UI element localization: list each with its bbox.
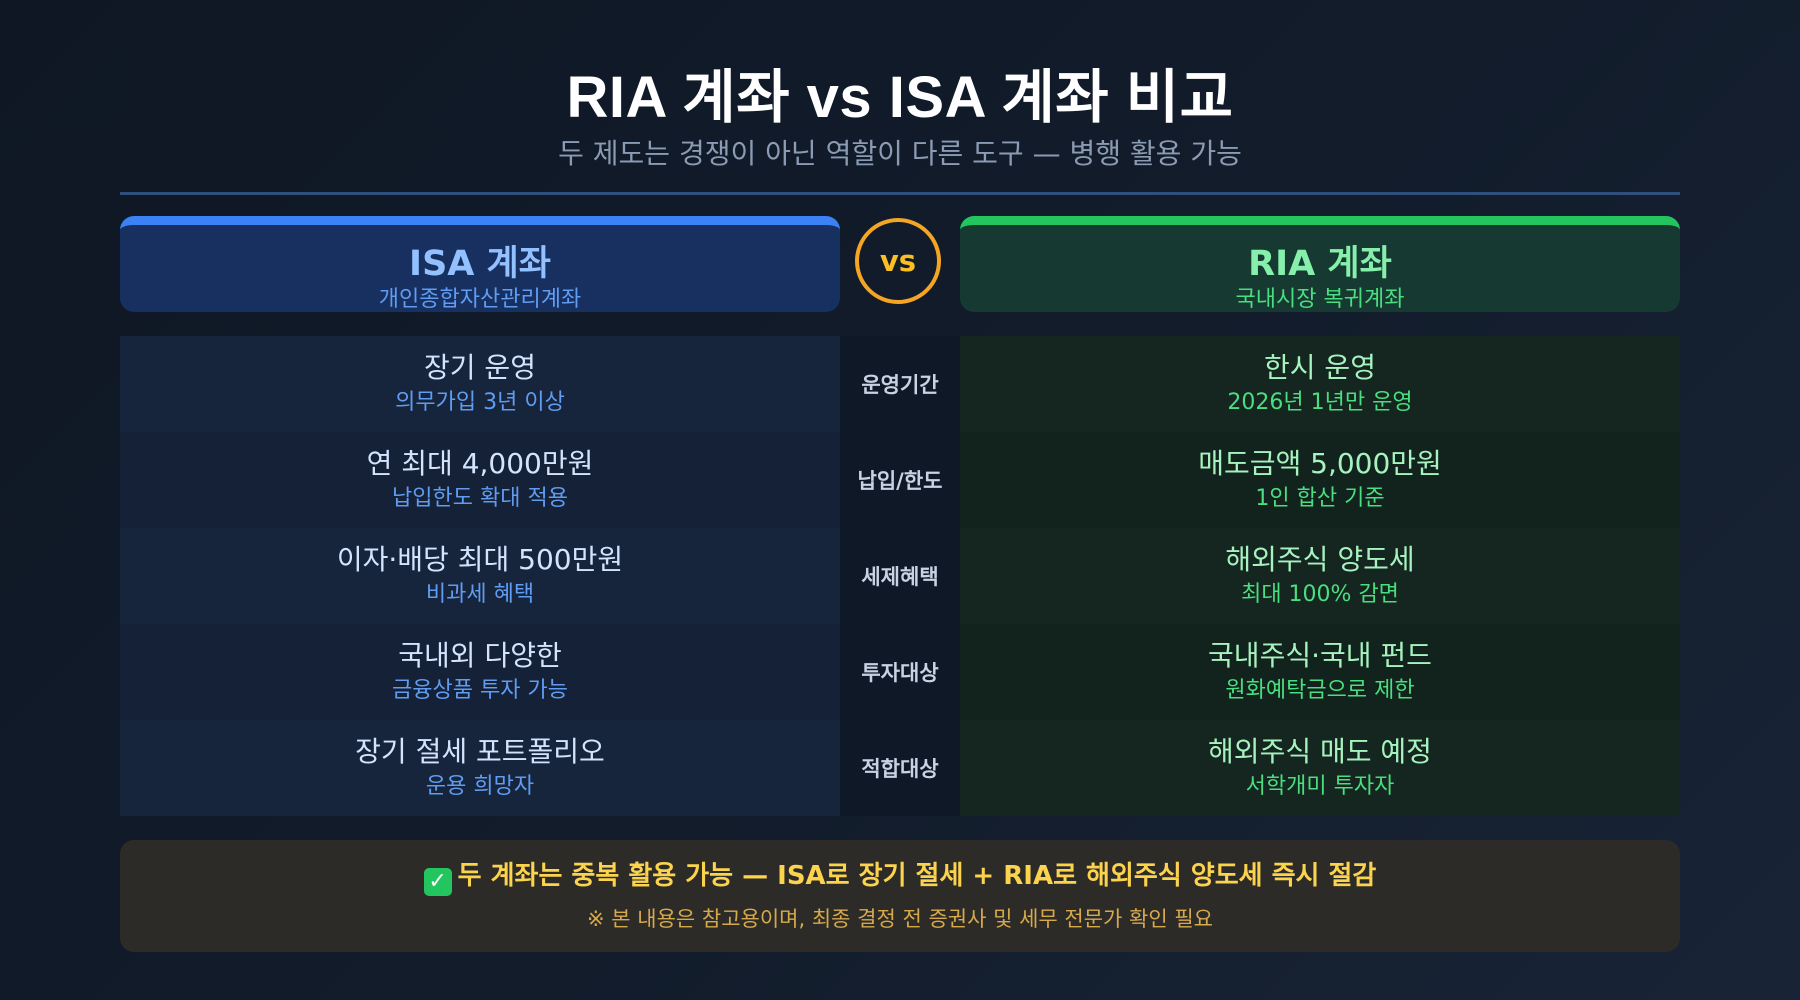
isa-cell: 국내외 다양한 금융상품 투자 가능 [120, 624, 840, 720]
row-category-label: 운영기간 [840, 336, 960, 432]
isa-cell-sub: 의무가입 3년 이상 [395, 390, 565, 415]
ria-cell: 해외주식 양도세 최대 100% 감면 [960, 528, 1680, 624]
isa-header-card: ISA 계좌 개인종합자산관리계좌 [120, 216, 840, 312]
page-subtitle: 두 제도는 경쟁이 아닌 역할이 다른 도구 — 병행 활용 가능 [558, 137, 1242, 170]
summary-callout: ✓ 두 계좌는 중복 활용 가능 — ISA로 장기 절세 + RIA로 해외주식… [120, 840, 1680, 952]
disclaimer-note: ※ 본 내용은 참고용이며, 최종 결정 전 증권사 및 세무 전문가 확인 필… [586, 907, 1213, 931]
isa-cell-main: 연 최대 4,000만원 [366, 447, 594, 480]
summary-text: 두 계좌는 중복 활용 가능 — ISA로 장기 절세 + RIA로 해외주식 … [457, 861, 1377, 891]
summary-text-line: ✓ 두 계좌는 중복 활용 가능 — ISA로 장기 절세 + RIA로 해외주식… [120, 858, 1680, 896]
isa-cell: 연 최대 4,000만원 납입한도 확대 적용 [120, 432, 840, 528]
table-row: 이자·배당 최대 500만원 비과세 혜택 세제혜택 해외주식 양도세 최대 1… [120, 528, 1680, 624]
divider-line [120, 192, 1680, 195]
isa-cell-sub: 운용 희망자 [425, 774, 535, 799]
ria-cell: 매도금액 5,000만원 1인 합산 기준 [960, 432, 1680, 528]
isa-cell-sub: 금융상품 투자 가능 [392, 678, 568, 703]
ria-cell-sub: 원화예탁금으로 제한 [1225, 678, 1415, 703]
isa-title: ISA 계좌 [409, 244, 551, 284]
ria-cell-main: 해외주식 매도 예정 [1208, 735, 1432, 768]
isa-cell-sub: 비과세 혜택 [425, 582, 535, 607]
isa-cell-sub: 납입한도 확대 적용 [392, 486, 568, 511]
row-category-label: 적합대상 [840, 720, 960, 816]
comparison-infographic: RIA 계좌 vs ISA 계좌 비교 두 제도는 경쟁이 아닌 역할이 다른 … [120, 0, 1680, 1000]
ria-header-card: RIA 계좌 국내시장 복귀계좌 [960, 216, 1680, 312]
row-category-label: 세제혜택 [840, 528, 960, 624]
ria-cell: 해외주식 매도 예정 서학개미 투자자 [960, 720, 1680, 816]
isa-cell-main: 국내외 다양한 [398, 639, 562, 672]
ria-cell-sub: 서학개미 투자자 [1245, 774, 1395, 799]
isa-cell: 장기 운영 의무가입 3년 이상 [120, 336, 840, 432]
isa-cell: 이자·배당 최대 500만원 비과세 혜택 [120, 528, 840, 624]
ria-cell-sub: 1인 합산 기준 [1255, 486, 1385, 511]
isa-cell-main: 이자·배당 최대 500만원 [336, 543, 624, 576]
ria-cell-main: 해외주식 양도세 [1225, 543, 1415, 576]
row-category-label: 납입/한도 [840, 432, 960, 528]
ria-cell-main: 매도금액 5,000만원 [1198, 447, 1442, 480]
ria-cell-main: 국내주식·국내 펀드 [1208, 639, 1432, 672]
ria-cell-sub: 2026년 1년만 운영 [1227, 390, 1413, 415]
ria-cell-main: 한시 운영 [1264, 351, 1376, 384]
isa-full-name: 개인종합자산관리계좌 [378, 287, 582, 312]
check-mark-icon: ✓ [423, 868, 452, 896]
table-row: 연 최대 4,000만원 납입한도 확대 적용 납입/한도 매도금액 5,000… [120, 432, 1680, 528]
isa-cell-main: 장기 절세 포트폴리오 [355, 735, 605, 768]
ria-title: RIA 계좌 [1248, 244, 1392, 284]
row-category-label: 투자대상 [840, 624, 960, 720]
page-title: RIA 계좌 vs ISA 계좌 비교 [566, 65, 1234, 130]
ria-cell: 국내주식·국내 펀드 원화예탁금으로 제한 [960, 624, 1680, 720]
isa-cell-main: 장기 운영 [424, 351, 536, 384]
ria-cell: 한시 운영 2026년 1년만 운영 [960, 336, 1680, 432]
table-row: 장기 운영 의무가입 3년 이상 운영기간 한시 운영 2026년 1년만 운영 [120, 336, 1680, 432]
table-row: 장기 절세 포트폴리오 운용 희망자 적합대상 해외주식 매도 예정 서학개미 … [120, 720, 1680, 816]
table-row: 국내외 다양한 금융상품 투자 가능 투자대상 국내주식·국내 펀드 원화예탁금… [120, 624, 1680, 720]
comparison-table: 장기 운영 의무가입 3년 이상 운영기간 한시 운영 2026년 1년만 운영… [120, 336, 1680, 816]
ria-full-name: 국내시장 복귀계좌 [1235, 287, 1405, 312]
ria-cell-sub: 최대 100% 감면 [1241, 582, 1399, 607]
vs-badge: vs [855, 218, 941, 304]
isa-cell: 장기 절세 포트폴리오 운용 희망자 [120, 720, 840, 816]
